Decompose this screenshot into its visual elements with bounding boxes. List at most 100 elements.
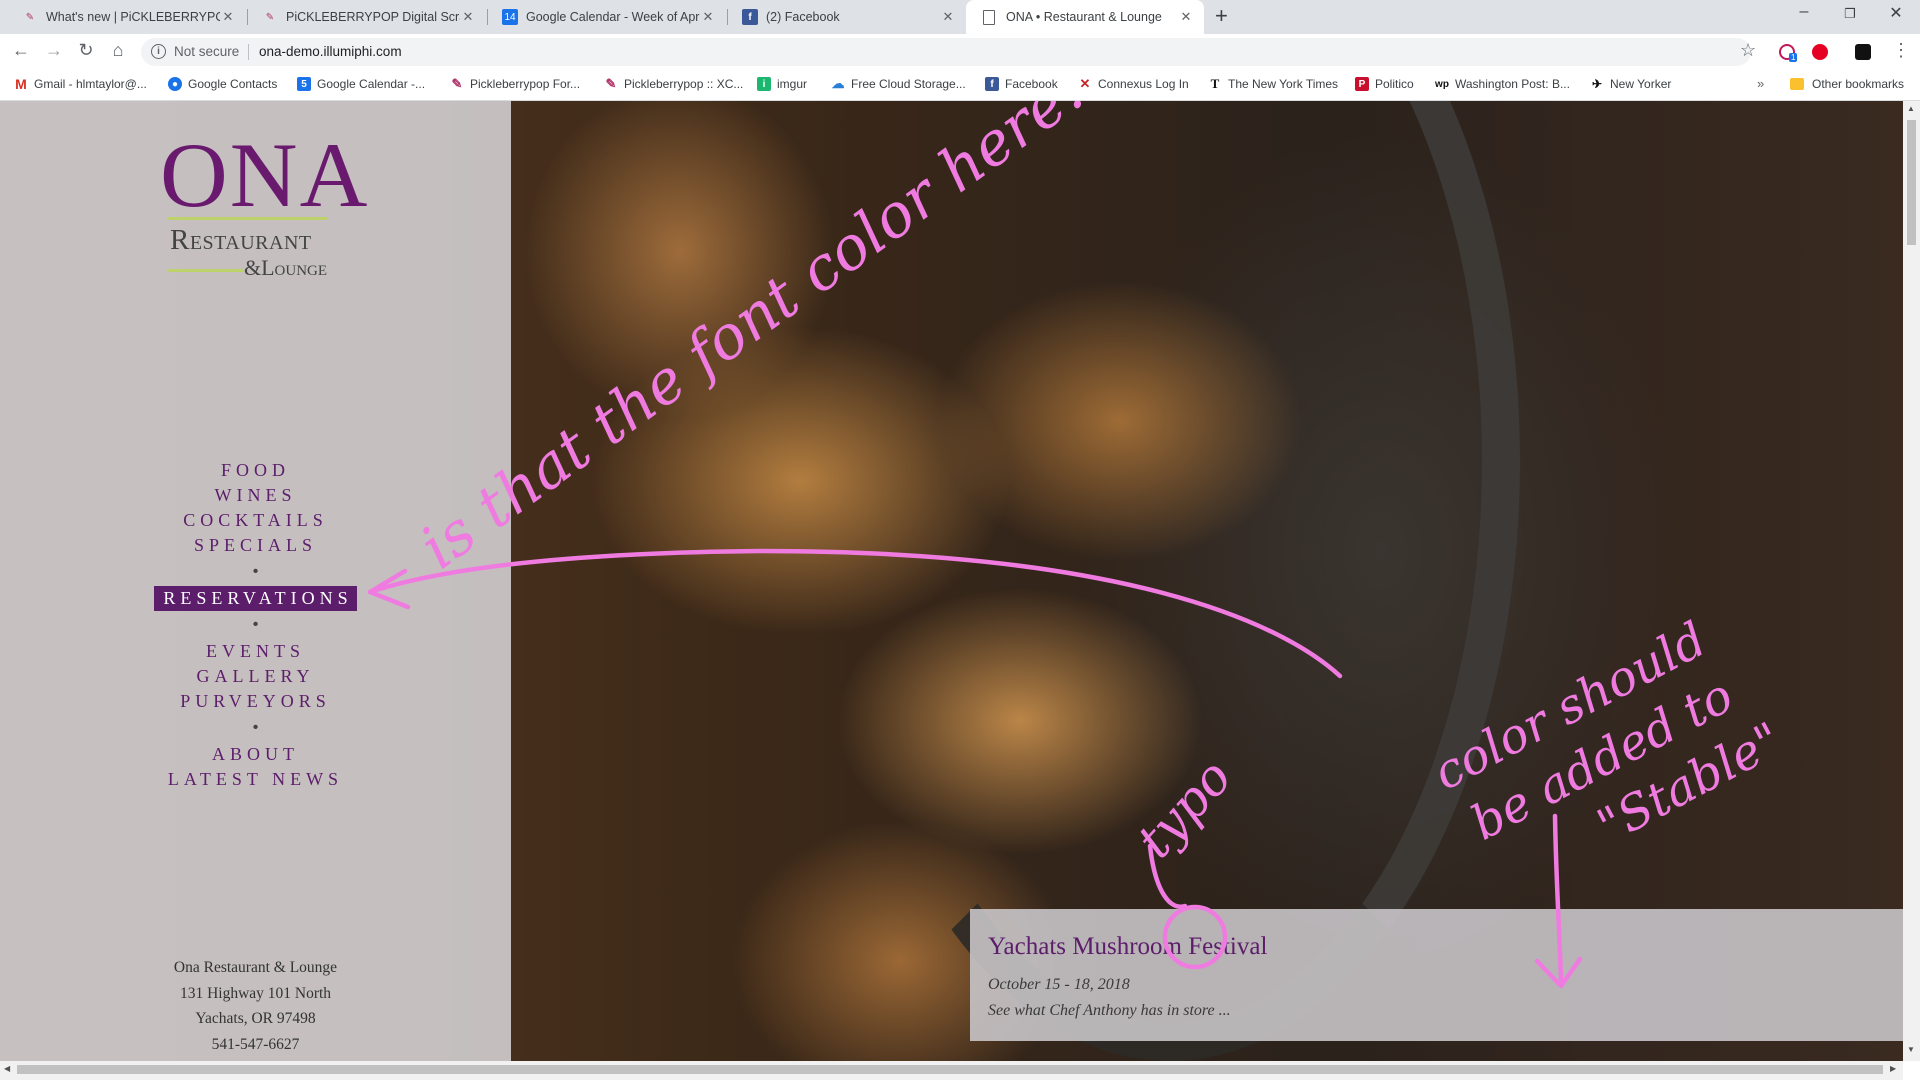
nav-purveyors[interactable]: PURVEYORS xyxy=(0,689,511,714)
scroll-down-icon[interactable]: ▼ xyxy=(1907,1045,1915,1054)
bookmark-imgur[interactable]: i imgur xyxy=(757,77,807,91)
vertical-scroll-thumb[interactable] xyxy=(1907,120,1916,245)
extension-icon[interactable] xyxy=(1855,44,1871,60)
home-icon[interactable]: ⌂ xyxy=(106,40,130,61)
cloud-icon: ☁ xyxy=(831,76,845,91)
tab-facebook[interactable]: f (2) Facebook ✕ xyxy=(728,0,966,34)
nav-reservations[interactable]: RESERVATIONS xyxy=(154,586,357,611)
more-bookmarks-icon[interactable]: » xyxy=(1757,76,1764,91)
tab-label: Google Calendar - Week of April xyxy=(526,10,700,24)
nav-specials[interactable]: SPECIALS xyxy=(0,533,511,558)
promo-card[interactable]: Yachats Mushroom Festival October 15 - 1… xyxy=(970,909,1903,1041)
nav-separator: • xyxy=(252,616,259,633)
close-icon[interactable]: ✕ xyxy=(700,9,716,25)
other-bookmarks[interactable]: Other bookmarks xyxy=(1790,77,1904,91)
bookmark-pickleberrypop-xc[interactable]: ✎ Pickleberrypop :: XC... xyxy=(604,76,744,91)
bookmark-google-calendar[interactable]: 5 Google Calendar -... xyxy=(297,77,425,91)
close-window-button[interactable]: ✕ xyxy=(1873,3,1919,23)
tab-pickleberrypop-scrapbook[interactable]: ✎ PiCKLEBERRYPOP Digital Scrapbc ✕ xyxy=(248,0,486,34)
nav-cocktails[interactable]: COCKTAILS xyxy=(0,508,511,533)
close-icon[interactable]: ✕ xyxy=(220,9,236,25)
pickleberrypop-icon: ✎ xyxy=(451,76,463,91)
page-viewport: ONA Restaurant &Lounge FOOD WINES COCKTA… xyxy=(0,101,1903,1061)
address-city: Yachats, OR 97498 xyxy=(195,1010,316,1027)
logo-wordmark: ONA xyxy=(160,124,370,226)
address-name: Ona Restaurant & Lounge xyxy=(173,959,338,976)
back-icon[interactable]: ← xyxy=(9,40,33,61)
nav-food[interactable]: FOOD xyxy=(0,458,511,483)
connexus-icon: ✕ xyxy=(1079,76,1091,91)
bookmark-connexus[interactable]: ✕ Connexus Log In xyxy=(1078,76,1189,91)
logo-accent-line xyxy=(168,217,328,220)
nav-separator: • xyxy=(252,719,259,736)
tab-google-calendar[interactable]: 14 Google Calendar - Week of April ✕ xyxy=(488,0,726,34)
tab-label: PiCKLEBERRYPOP Digital Scrapbc xyxy=(286,10,460,24)
menu-icon[interactable]: ⋮ xyxy=(1892,40,1910,61)
close-icon[interactable]: ✕ xyxy=(1178,9,1194,25)
google-calendar-icon: 14 xyxy=(502,9,518,25)
horizontal-scroll-thumb[interactable] xyxy=(17,1065,1883,1074)
site-sidebar: ONA Restaurant &Lounge FOOD WINES COCKTA… xyxy=(0,101,511,1061)
bookmark-free-cloud-storage[interactable]: ☁ Free Cloud Storage... xyxy=(831,76,966,91)
bookmark-facebook[interactable]: f Facebook xyxy=(985,77,1058,91)
facebook-icon: f xyxy=(742,9,758,25)
url-text[interactable]: ona-demo.illumiphi.com xyxy=(259,44,402,59)
calendar-icon: 5 xyxy=(297,77,311,91)
bookmark-gmail[interactable]: M Gmail - hlmtaylor@... xyxy=(14,76,147,92)
bookmark-google-contacts[interactable]: ● Google Contacts xyxy=(168,77,277,91)
security-status[interactable]: Not secure xyxy=(174,44,239,59)
contacts-icon: ● xyxy=(168,77,182,91)
imgur-icon: i xyxy=(757,77,771,91)
ona-logo[interactable]: ONA Restaurant &Lounge xyxy=(160,129,367,280)
tab-label: (2) Facebook xyxy=(766,10,840,24)
close-icon[interactable]: ✕ xyxy=(460,9,476,25)
gmail-icon: M xyxy=(15,76,27,92)
promo-subtitle[interactable]: See what Chef Anthony has in store ... xyxy=(988,1002,1231,1020)
nav-separator: • xyxy=(252,563,259,580)
facebook-icon: f xyxy=(985,77,999,91)
new-tab-button[interactable]: + xyxy=(1215,3,1228,29)
tab-label: ONA • Restaurant & Lounge xyxy=(1006,10,1162,24)
pinterest-icon[interactable] xyxy=(1812,44,1828,60)
restore-button[interactable]: ❐ xyxy=(1827,6,1873,22)
bookmark-nyt[interactable]: T The New York Times xyxy=(1208,76,1338,91)
site-nav: FOOD WINES COCKTAILS SPECIALS • RESERVAT… xyxy=(0,458,511,792)
tab-ona-restaurant[interactable]: ONA • Restaurant & Lounge ✕ xyxy=(966,0,1204,34)
logo-restaurant-text: Restaurant xyxy=(170,224,312,256)
bookmark-politico[interactable]: P Politico xyxy=(1355,77,1414,91)
nav-about[interactable]: ABOUT xyxy=(0,742,511,767)
tab-strip: ✎ What's new | PiCKLEBERRYPOP F ✕ ✎ PiCK… xyxy=(0,0,1920,34)
nav-latest-news[interactable]: LATEST NEWS xyxy=(0,767,511,792)
minimize-button[interactable]: – xyxy=(1781,3,1827,21)
new-yorker-icon: ✈ xyxy=(1591,77,1603,91)
nav-wines[interactable]: WINES xyxy=(0,483,511,508)
bookmark-new-yorker[interactable]: ✈ New Yorker xyxy=(1590,77,1671,91)
nyt-icon: T xyxy=(1210,76,1220,91)
nav-events[interactable]: EVENTS xyxy=(0,639,511,664)
page-icon xyxy=(983,9,995,25)
scroll-right-icon[interactable]: ▶ xyxy=(1890,1064,1896,1073)
bookmark-pickleberrypop-forum[interactable]: ✎ Pickleberrypop For... xyxy=(450,76,581,91)
promo-date: October 15 - 18, 2018 xyxy=(988,976,1130,993)
bookmark-washington-post[interactable]: wp Washington Post: B... xyxy=(1435,77,1570,91)
scroll-left-icon[interactable]: ◀ xyxy=(4,1064,10,1073)
bookmark-star-icon[interactable]: ☆ xyxy=(1740,40,1756,61)
tab-label: What's new | PiCKLEBERRYPOP F xyxy=(46,10,220,24)
vertical-scrollbar[interactable] xyxy=(1903,101,1920,1061)
info-icon[interactable]: i xyxy=(151,44,166,59)
forward-icon[interactable]: → xyxy=(42,40,66,61)
close-icon[interactable]: ✕ xyxy=(940,9,956,25)
promo-title[interactable]: Yachats Mushroom Festival xyxy=(988,933,1267,961)
tab-pickleberrypop-whats-new[interactable]: ✎ What's new | PiCKLEBERRYPOP F ✕ xyxy=(8,0,246,34)
pickleberrypop-icon: ✎ xyxy=(25,11,35,23)
address-phone[interactable]: 541-547-6627 xyxy=(0,1032,511,1058)
reload-icon[interactable]: ↻ xyxy=(74,40,98,61)
logo-lounge-text: &Lounge xyxy=(244,255,328,280)
pickleberrypop-icon: ✎ xyxy=(265,11,275,23)
nav-gallery[interactable]: GALLERY xyxy=(0,664,511,689)
scroll-up-icon[interactable]: ▲ xyxy=(1907,104,1915,113)
extension-badge: 1 xyxy=(1789,53,1798,62)
address-street: 131 Highway 101 North xyxy=(179,984,332,1002)
logo-accent-line xyxy=(168,269,244,272)
contact-address: Ona Restaurant & Lounge 131 Highway 101 … xyxy=(0,955,511,1057)
